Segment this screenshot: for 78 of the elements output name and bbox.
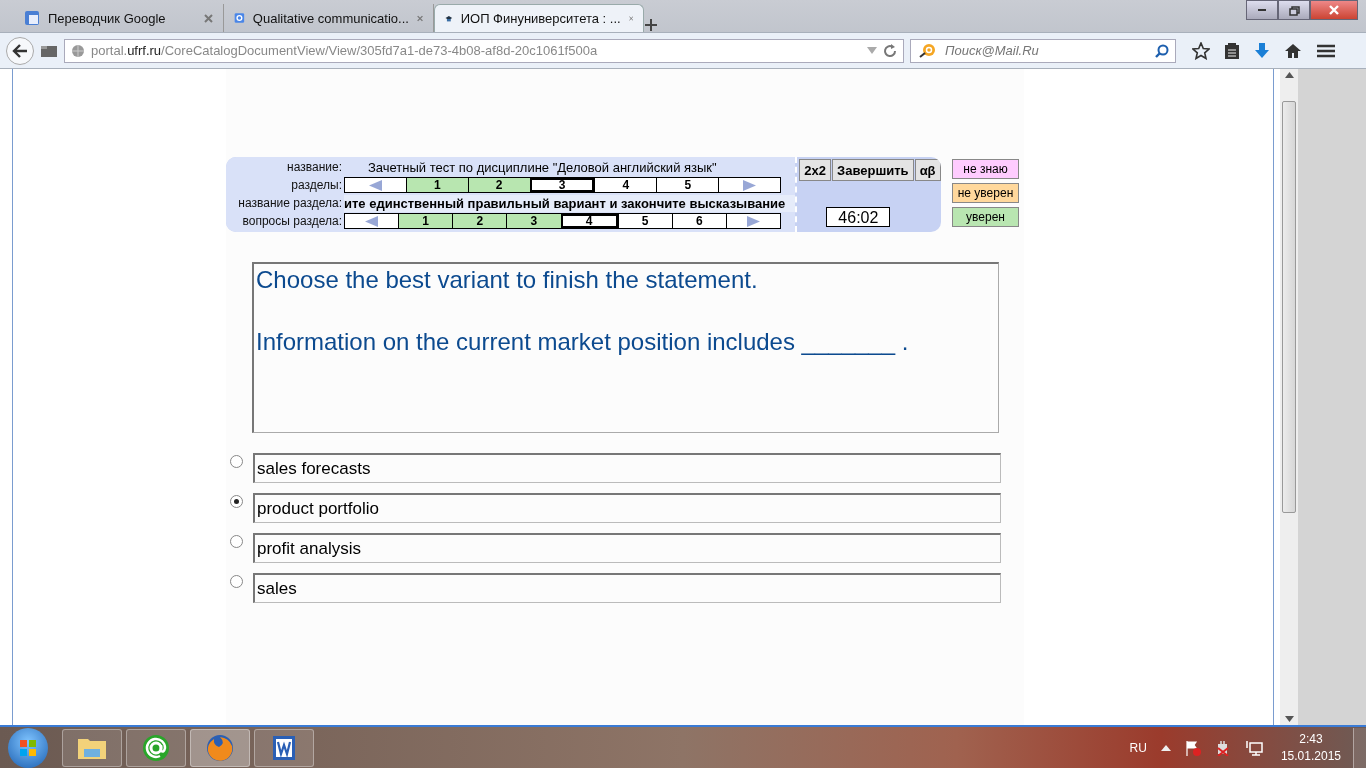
radio-button[interactable]: [230, 575, 243, 588]
answer-option[interactable]: sales forecasts: [253, 453, 1001, 483]
left-triangle-icon: [368, 179, 382, 191]
question-text: Information on the current market position includes _______ .: [256, 328, 910, 356]
browser-tab[interactable]: ИОП Финуниверситета : ...: [434, 4, 644, 32]
maximize-button[interactable]: [1278, 0, 1310, 20]
question-tab[interactable]: 5: [617, 214, 672, 228]
right-triangle-icon: [743, 179, 757, 191]
radio-button[interactable]: [230, 455, 243, 468]
download-icon[interactable]: [1254, 41, 1270, 60]
taskbar-app-button[interactable]: [190, 728, 250, 767]
close-window-icon: [1327, 4, 1341, 16]
minimize-icon: [1258, 9, 1266, 11]
confidence-button[interactable]: не знаю: [952, 159, 1019, 179]
taskbar-app-button[interactable]: [254, 728, 314, 767]
section-tab[interactable]: 3: [529, 178, 595, 192]
answer-option[interactable]: profit analysis: [253, 533, 1001, 563]
scrollbar-thumb[interactable]: [1282, 101, 1296, 514]
menu-icon[interactable]: [1316, 42, 1336, 59]
question-text: Choose the best variant to finish the statement.: [256, 266, 759, 294]
clipboard-list-icon[interactable]: [1224, 41, 1240, 60]
field-label: название раздела:: [237, 196, 343, 210]
search-icon[interactable]: [1155, 43, 1169, 58]
right-triangle-icon: [746, 215, 760, 227]
home-icon[interactable]: [1284, 42, 1302, 59]
confidence-button[interactable]: не уверен: [952, 183, 1019, 203]
clock-date[interactable]: 15.01.2015: [1280, 749, 1341, 764]
finish-button[interactable]: Завершить: [832, 159, 914, 181]
maximize-icon: [1287, 4, 1301, 16]
new-tab-icon[interactable]: [644, 18, 658, 32]
answer-option[interactable]: product portfolio: [253, 493, 1001, 523]
left-triangle-icon: [365, 215, 379, 227]
back-arrow-icon: [12, 43, 28, 58]
minimize-button[interactable]: [1246, 0, 1278, 20]
field-label: разделы:: [290, 178, 343, 192]
timer: 46:02: [826, 207, 891, 227]
show-desktop-button[interactable]: [1353, 727, 1366, 768]
question-tab[interactable]: 2: [452, 214, 507, 228]
question-tab[interactable]: 1: [398, 214, 453, 228]
section-tab[interactable]: 2: [467, 178, 530, 192]
at-sign-icon: [140, 732, 172, 763]
confidence-button[interactable]: уверен: [952, 207, 1019, 227]
reload-icon[interactable]: [883, 43, 897, 58]
section-tab[interactable]: 5: [656, 178, 719, 192]
language-indicator[interactable]: RU: [1129, 740, 1147, 755]
star-icon[interactable]: [1192, 41, 1210, 60]
tab-groups-icon[interactable]: [40, 43, 58, 58]
flag-error-icon[interactable]: [1184, 739, 1201, 756]
close-tab-icon[interactable]: [204, 13, 213, 23]
radio-button[interactable]: [230, 495, 243, 508]
close-window-button[interactable]: [1310, 0, 1358, 20]
taskbar-app-button[interactable]: [62, 728, 122, 767]
scroll-down-icon[interactable]: [1284, 716, 1294, 723]
address-bar[interactable]: portal.ufrf.ru/CoreCatalogDocumentView/View/305fd7a1-de73-4b08-af8d-20c1061f500a: [64, 38, 904, 63]
question-tab[interactable]: 4: [560, 214, 618, 228]
answer-option[interactable]: sales: [253, 573, 1001, 603]
search-bar[interactable]: Поиск@Mail.Ru: [910, 38, 1176, 63]
clock-time[interactable]: 2:43: [1299, 732, 1323, 747]
section-tab[interactable]: 1: [405, 178, 468, 192]
field-label: вопросы раздела:: [241, 214, 343, 228]
section-tab[interactable]: 4: [594, 178, 657, 192]
network-icon[interactable]: [1244, 739, 1263, 756]
symbols-button[interactable]: αβ: [914, 159, 941, 181]
field-label: название:: [286, 160, 343, 174]
show-hidden-icons-icon[interactable]: [1160, 744, 1171, 751]
windows-logo-icon: [19, 738, 37, 757]
section-name: ите единственный правильный вариант и закончите высказывание: [344, 194, 796, 212]
taskbar-app-button[interactable]: [126, 728, 186, 767]
scroll-up-icon[interactable]: [1284, 72, 1294, 78]
question-tab[interactable]: 6: [671, 214, 726, 228]
back-button[interactable]: [6, 36, 34, 65]
calculator-button[interactable]: 2x2: [799, 159, 832, 181]
start-button[interactable]: [8, 727, 48, 768]
question-tab[interactable]: 3: [506, 214, 561, 228]
url-text: portal.ufrf.ru/CoreCatalogDocumentView/View/305fd7a1-de73-4b08-af8d-20c1061f500a: [91, 43, 599, 58]
radio-button[interactable]: [230, 535, 243, 548]
test-title: Зачетный тест по дисциплине "Деловой английский язык": [367, 159, 717, 175]
globe-icon: [71, 43, 85, 58]
